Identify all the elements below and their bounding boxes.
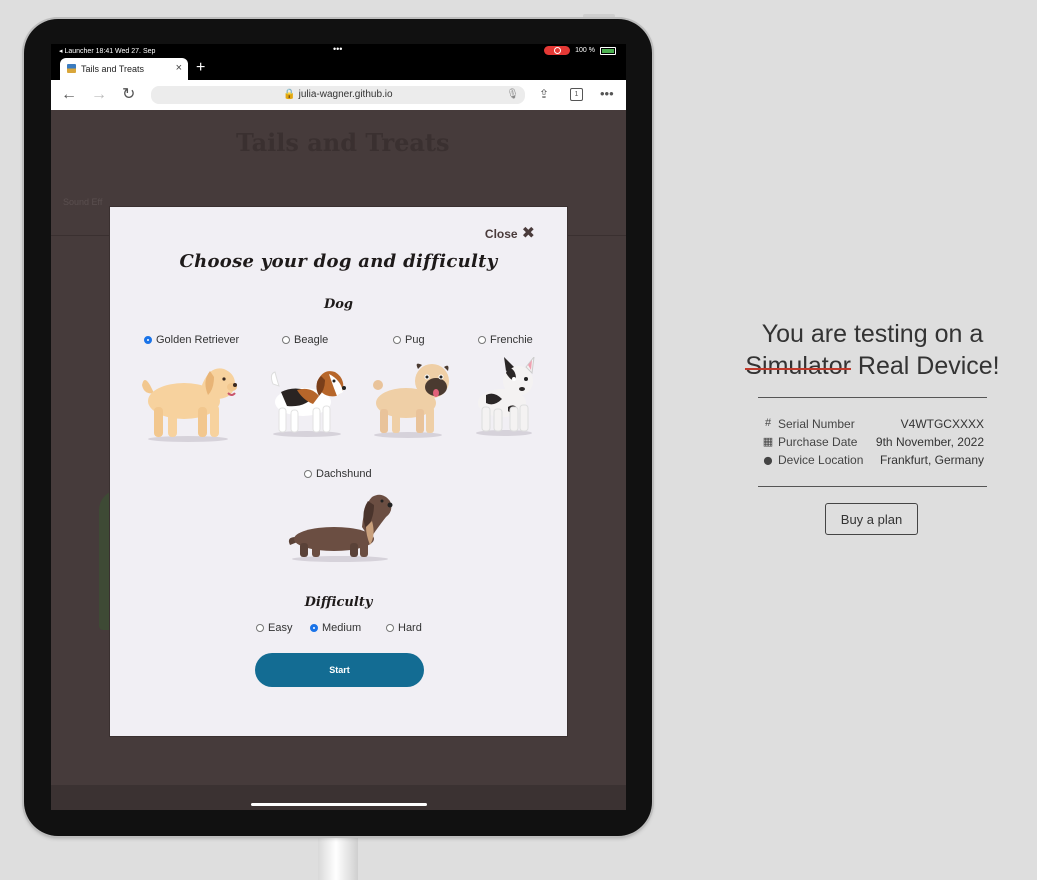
divider-bottom [758, 486, 987, 487]
radio-frenchie[interactable] [478, 336, 486, 344]
dog-label: Beagle [294, 334, 329, 346]
close-icon: ✖ [521, 225, 535, 242]
hash-icon: # [764, 417, 772, 429]
dog-option-dachshund[interactable]: Dachshund [304, 468, 372, 480]
pug-image[interactable] [368, 359, 454, 439]
more-icon[interactable]: ••• [600, 86, 614, 101]
start-button[interactable]: Start [255, 653, 424, 687]
difficulty-label: Medium [322, 622, 362, 634]
sound-effects-toggle[interactable]: Sound Eff [63, 197, 102, 207]
row-value: Frankfurt, Germany [879, 453, 984, 467]
web-page-background: Tails and Treats Sound Eff Close ✖ Choos… [51, 110, 626, 810]
difficulty-option-medium[interactable]: Medium [310, 622, 361, 634]
frenchie-image[interactable] [472, 357, 542, 437]
heading-line1: You are testing on a [761, 320, 984, 348]
tabs-icon[interactable]: 1 [570, 88, 583, 101]
address-bar[interactable]: 🔒 julia-wagner.github.io 🎙 [151, 86, 525, 104]
calendar-icon: ▦ [762, 436, 774, 448]
radio-hard[interactable] [386, 624, 394, 632]
dog-option-beagle[interactable]: Beagle [282, 334, 328, 346]
row-label: Serial Number [778, 417, 855, 431]
row-label: Purchase Date [778, 435, 858, 449]
device-location-row: ⬤ Device Location Frankfurt, Germany [762, 453, 984, 469]
reload-icon[interactable]: ↻ [122, 85, 135, 105]
url-text: 🔒 julia-wagner.github.io [283, 89, 393, 100]
row-label: Device Location [778, 453, 864, 467]
dog-label: Golden Retriever [156, 334, 240, 346]
browser-toolbar: ← → ↻ 🔒 julia-wagner.github.io 🎙 ⇪ 1 ••• [51, 80, 626, 111]
radio-dachshund[interactable] [304, 470, 312, 478]
buy-plan-button[interactable]: Buy a plan [825, 503, 918, 535]
purchase-date-row: ▦ Purchase Date 9th November, 2022 [762, 435, 984, 451]
charging-cable [318, 830, 358, 880]
page-footer [51, 785, 626, 810]
tab-title: Tails and Treats [81, 64, 145, 74]
status-right: 100 % [544, 46, 616, 55]
radio-medium[interactable] [310, 624, 318, 632]
top-button [583, 14, 615, 18]
tab-close-icon[interactable]: × [176, 62, 182, 74]
radio-pug[interactable] [393, 336, 401, 344]
ipad-screen: ◂ Launcher 18:41 Wed 27. Sep ••• 100 % T… [51, 44, 626, 810]
favicon-icon [67, 64, 76, 73]
difficulty-label: Easy [268, 622, 293, 634]
beagle-image[interactable] [267, 362, 349, 438]
new-tab-button[interactable]: + [196, 59, 205, 77]
home-indicator[interactable] [251, 803, 427, 806]
dog-label: Frenchie [490, 334, 533, 346]
browser-tab-bar: Tails and Treats × + [51, 57, 626, 80]
status-bar: ◂ Launcher 18:41 Wed 27. Sep ••• 100 % [51, 44, 626, 57]
page-title: Tails and Treats [236, 128, 450, 157]
dog-option-pug[interactable]: Pug [393, 334, 425, 346]
divider-top [758, 397, 987, 398]
share-icon[interactable]: ⇪ [539, 87, 549, 101]
multitasking-dots[interactable]: ••• [333, 44, 342, 54]
close-button[interactable]: Close ✖ [484, 225, 535, 242]
screen-recording-icon [544, 46, 571, 55]
dog-label: Pug [405, 334, 425, 346]
difficulty-label: Hard [398, 622, 422, 634]
battery-icon [600, 46, 616, 55]
heading-rest: Real Device! [857, 352, 1000, 380]
golden-retriever-image[interactable] [140, 355, 240, 443]
difficulty-option-hard[interactable]: Hard [386, 622, 422, 634]
battery-percent: 100 % [575, 47, 595, 54]
modal-title: Choose your dog and difficulty [179, 251, 498, 272]
dog-label: Dachshund [316, 468, 372, 480]
device-info-panel: You are testing on a Simulator Real Devi… [740, 318, 1005, 535]
radio-beagle[interactable] [282, 336, 290, 344]
row-value: 9th November, 2022 [875, 435, 984, 449]
dog-heading: Dog [323, 297, 354, 312]
difficulty-heading: Difficulty [304, 595, 373, 610]
struck-word: Simulator [745, 352, 851, 380]
close-label: Close [484, 227, 518, 241]
back-icon[interactable]: ← [61, 85, 77, 105]
status-time: ◂ Launcher 18:41 Wed 27. Sep [59, 48, 156, 55]
dog-option-golden-retriever[interactable]: Golden Retriever [144, 334, 239, 346]
serial-number-row: # Serial Number V4WTGCXXXX [762, 417, 984, 433]
mic-icon[interactable]: 🎙 [506, 86, 519, 104]
radio-golden-retriever[interactable] [144, 336, 152, 344]
browser-tab[interactable]: Tails and Treats × [60, 58, 188, 80]
radio-easy[interactable] [256, 624, 264, 632]
forward-icon[interactable]: → [91, 85, 107, 105]
row-value: V4WTGCXXXX [900, 417, 984, 431]
difficulty-option-easy[interactable]: Easy [256, 622, 292, 634]
dog-option-frenchie[interactable]: Frenchie [478, 334, 533, 346]
location-pin-icon: ⬤ [763, 456, 773, 465]
info-heading: You are testing on a Simulator Real Devi… [740, 318, 1005, 382]
dog-selection-modal: Close ✖ Choose your dog and difficulty D… [109, 206, 568, 737]
dachshund-image[interactable] [286, 487, 396, 563]
